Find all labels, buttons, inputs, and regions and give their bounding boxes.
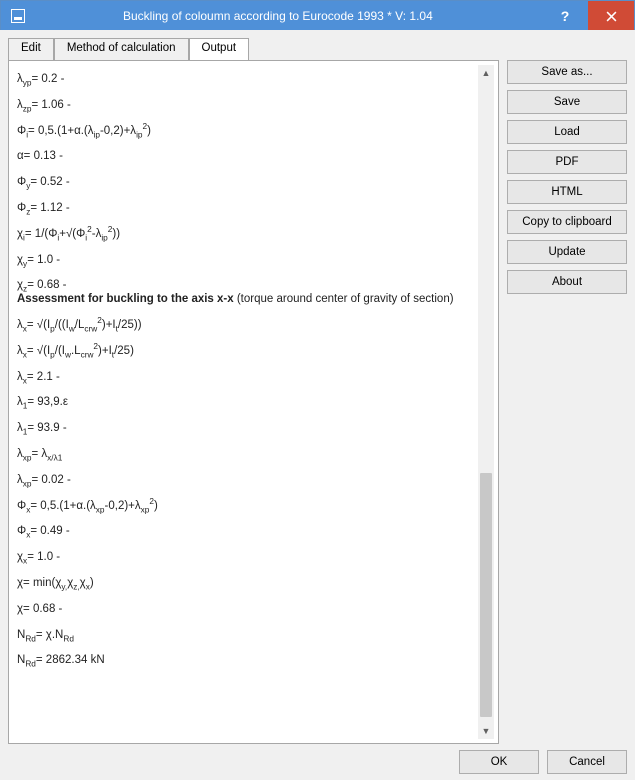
window-title: Buckling of coloumn according to Eurocod… [123, 9, 433, 23]
help-button[interactable]: ? [542, 1, 588, 31]
title-bar: Buckling of coloumn according to Eurocod… [1, 1, 634, 31]
output-line: λyp= 0.2 - [17, 67, 470, 93]
output-line: χ= 0.68 - [17, 597, 470, 623]
pdf-button[interactable]: PDF [507, 150, 627, 174]
html-button[interactable]: HTML [507, 180, 627, 204]
output-panel: λyp= 0.2 - λzp= 1.06 - Φi= 0,5.(1+α.(λip… [8, 60, 499, 744]
load-button[interactable]: Load [507, 120, 627, 144]
output-line: λx= √(Ip/((Iw/Lcrw2)+It/25)) [17, 313, 470, 339]
output-line: Φx= 0,5.(1+α.(λxp-0,2)+λxp2) [17, 494, 470, 520]
tab-output[interactable]: Output [189, 38, 250, 60]
window-buttons: ? [542, 1, 634, 31]
output-line: χx= 1.0 - [17, 545, 470, 571]
output-line: λ1= 93,9.ε [17, 390, 470, 416]
scroll-down-icon[interactable]: ▼ [478, 723, 494, 739]
output-content: λyp= 0.2 - λzp= 1.06 - Φi= 0,5.(1+α.(λip… [11, 63, 480, 678]
output-line: λzp= 1.06 - [17, 93, 470, 119]
output-heading: Assessment for buckling to the axis x-x … [17, 293, 470, 313]
about-button[interactable]: About [507, 270, 627, 294]
cancel-button[interactable]: Cancel [547, 750, 627, 774]
scroll-track[interactable] [478, 81, 494, 723]
app-icon [11, 9, 25, 23]
output-line: χy= 1.0 - [17, 248, 470, 274]
output-line: χz= 0.68 - [17, 273, 470, 293]
close-button[interactable] [588, 1, 634, 31]
tab-edit[interactable]: Edit [8, 38, 54, 60]
output-line: Φx= 0.49 - [17, 519, 470, 545]
output-line: NRd= χ.NRd [17, 623, 470, 649]
output-line: Φy= 0.52 - [17, 170, 470, 196]
tab-method[interactable]: Method of calculation [54, 38, 189, 60]
output-line: λxp= 0.02 - [17, 468, 470, 494]
output-line: λx= 2.1 - [17, 365, 470, 391]
output-line: λxp= λx/λ1 [17, 442, 470, 468]
copy-clip-button[interactable]: Copy to clipboard [507, 210, 627, 234]
ok-button[interactable]: OK [459, 750, 539, 774]
scroll-thumb[interactable] [480, 473, 492, 717]
output-line: α= 0.13 - [17, 144, 470, 170]
update-button[interactable]: Update [507, 240, 627, 264]
output-line: λ1= 93.9 - [17, 416, 470, 442]
tab-bar: Edit Method of calculation Output [8, 38, 499, 60]
side-buttons: Save as... Save Load PDF HTML Copy to cl… [507, 38, 627, 744]
save-as-button[interactable]: Save as... [507, 60, 627, 84]
output-line: χ= min(χy,χz,χx) [17, 571, 470, 597]
output-line: Φz= 1.12 - [17, 196, 470, 222]
footer: OK Cancel [0, 744, 635, 780]
output-line: NRd= 2862.34 kN [17, 648, 470, 674]
save-button[interactable]: Save [507, 90, 627, 114]
output-line: Φi= 0,5.(1+α.(λip-0,2)+λip2) [17, 119, 470, 145]
scrollbar[interactable]: ▲ ▼ [478, 65, 494, 739]
output-line: χi= 1/(Φi+√(Φi2-λip2)) [17, 222, 470, 248]
scroll-up-icon[interactable]: ▲ [478, 65, 494, 81]
output-line: λx= √(Ip/(Iw.Lcrw2)+It/25) [17, 339, 470, 365]
